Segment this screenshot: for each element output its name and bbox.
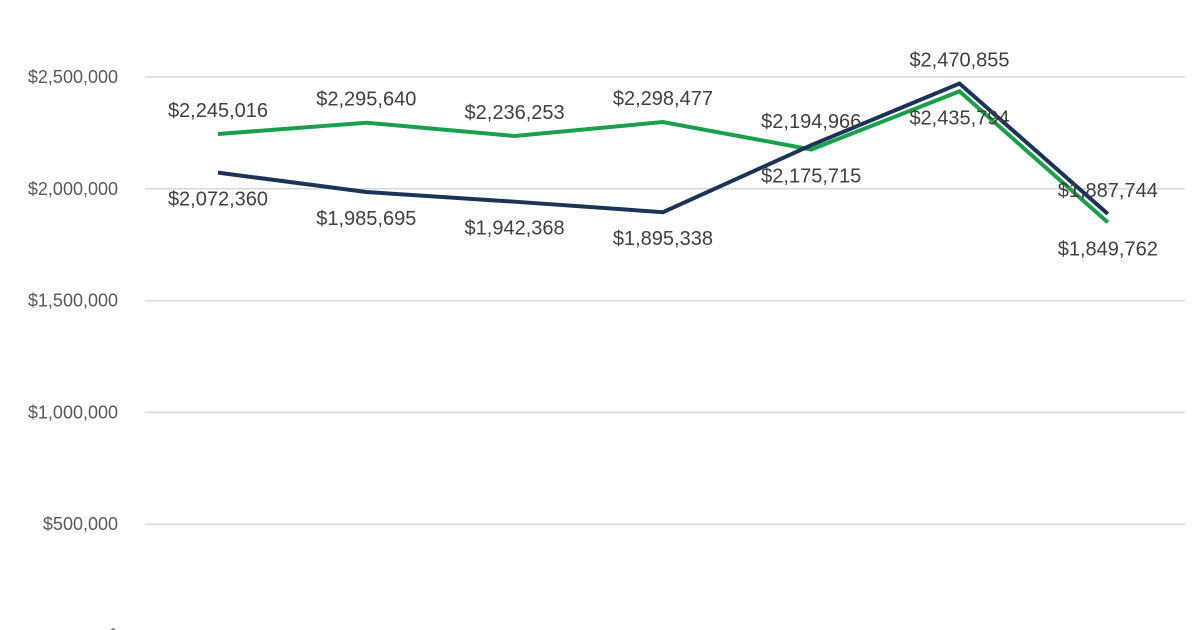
data-label: $1,887,744	[1058, 180, 1158, 202]
data-label: $2,236,253	[465, 102, 565, 124]
data-label: $2,072,360	[168, 189, 268, 211]
y-axis-tick-labels: $ $500,000 $1,000,000 $1,500,000 $2,000,000 $…	[28, 67, 118, 630]
line-chart: $ $500,000 $1,000,000 $1,500,000 $2,000,000 $…	[28, 50, 1185, 630]
data-label: $1,849,762	[1058, 238, 1158, 260]
data-label: $2,194,966	[761, 111, 861, 133]
data-label: $2,435,794	[909, 107, 1009, 129]
y-tick-label: $2,000,000	[28, 179, 118, 199]
y-tick-label: $500,000	[43, 514, 118, 534]
data-label: $2,175,715	[761, 166, 861, 188]
y-tick-label: $1,000,000	[28, 402, 118, 422]
data-label: $2,295,640	[316, 89, 416, 111]
data-label: $1,985,695	[316, 208, 416, 230]
data-label: $1,895,338	[613, 228, 713, 250]
data-label: $2,298,477	[613, 88, 713, 110]
y-tick-label: $2,500,000	[28, 67, 118, 87]
data-label: $1,942,368	[465, 218, 565, 240]
data-label: $2,470,855	[909, 50, 1009, 72]
data-label: $2,245,016	[168, 100, 268, 122]
y-tick-label: $	[108, 626, 118, 630]
y-tick-label: $1,500,000	[28, 291, 118, 311]
data-labels: $2,245,016 $2,295,640 $2,236,253 $2,298,477…	[168, 50, 1158, 261]
